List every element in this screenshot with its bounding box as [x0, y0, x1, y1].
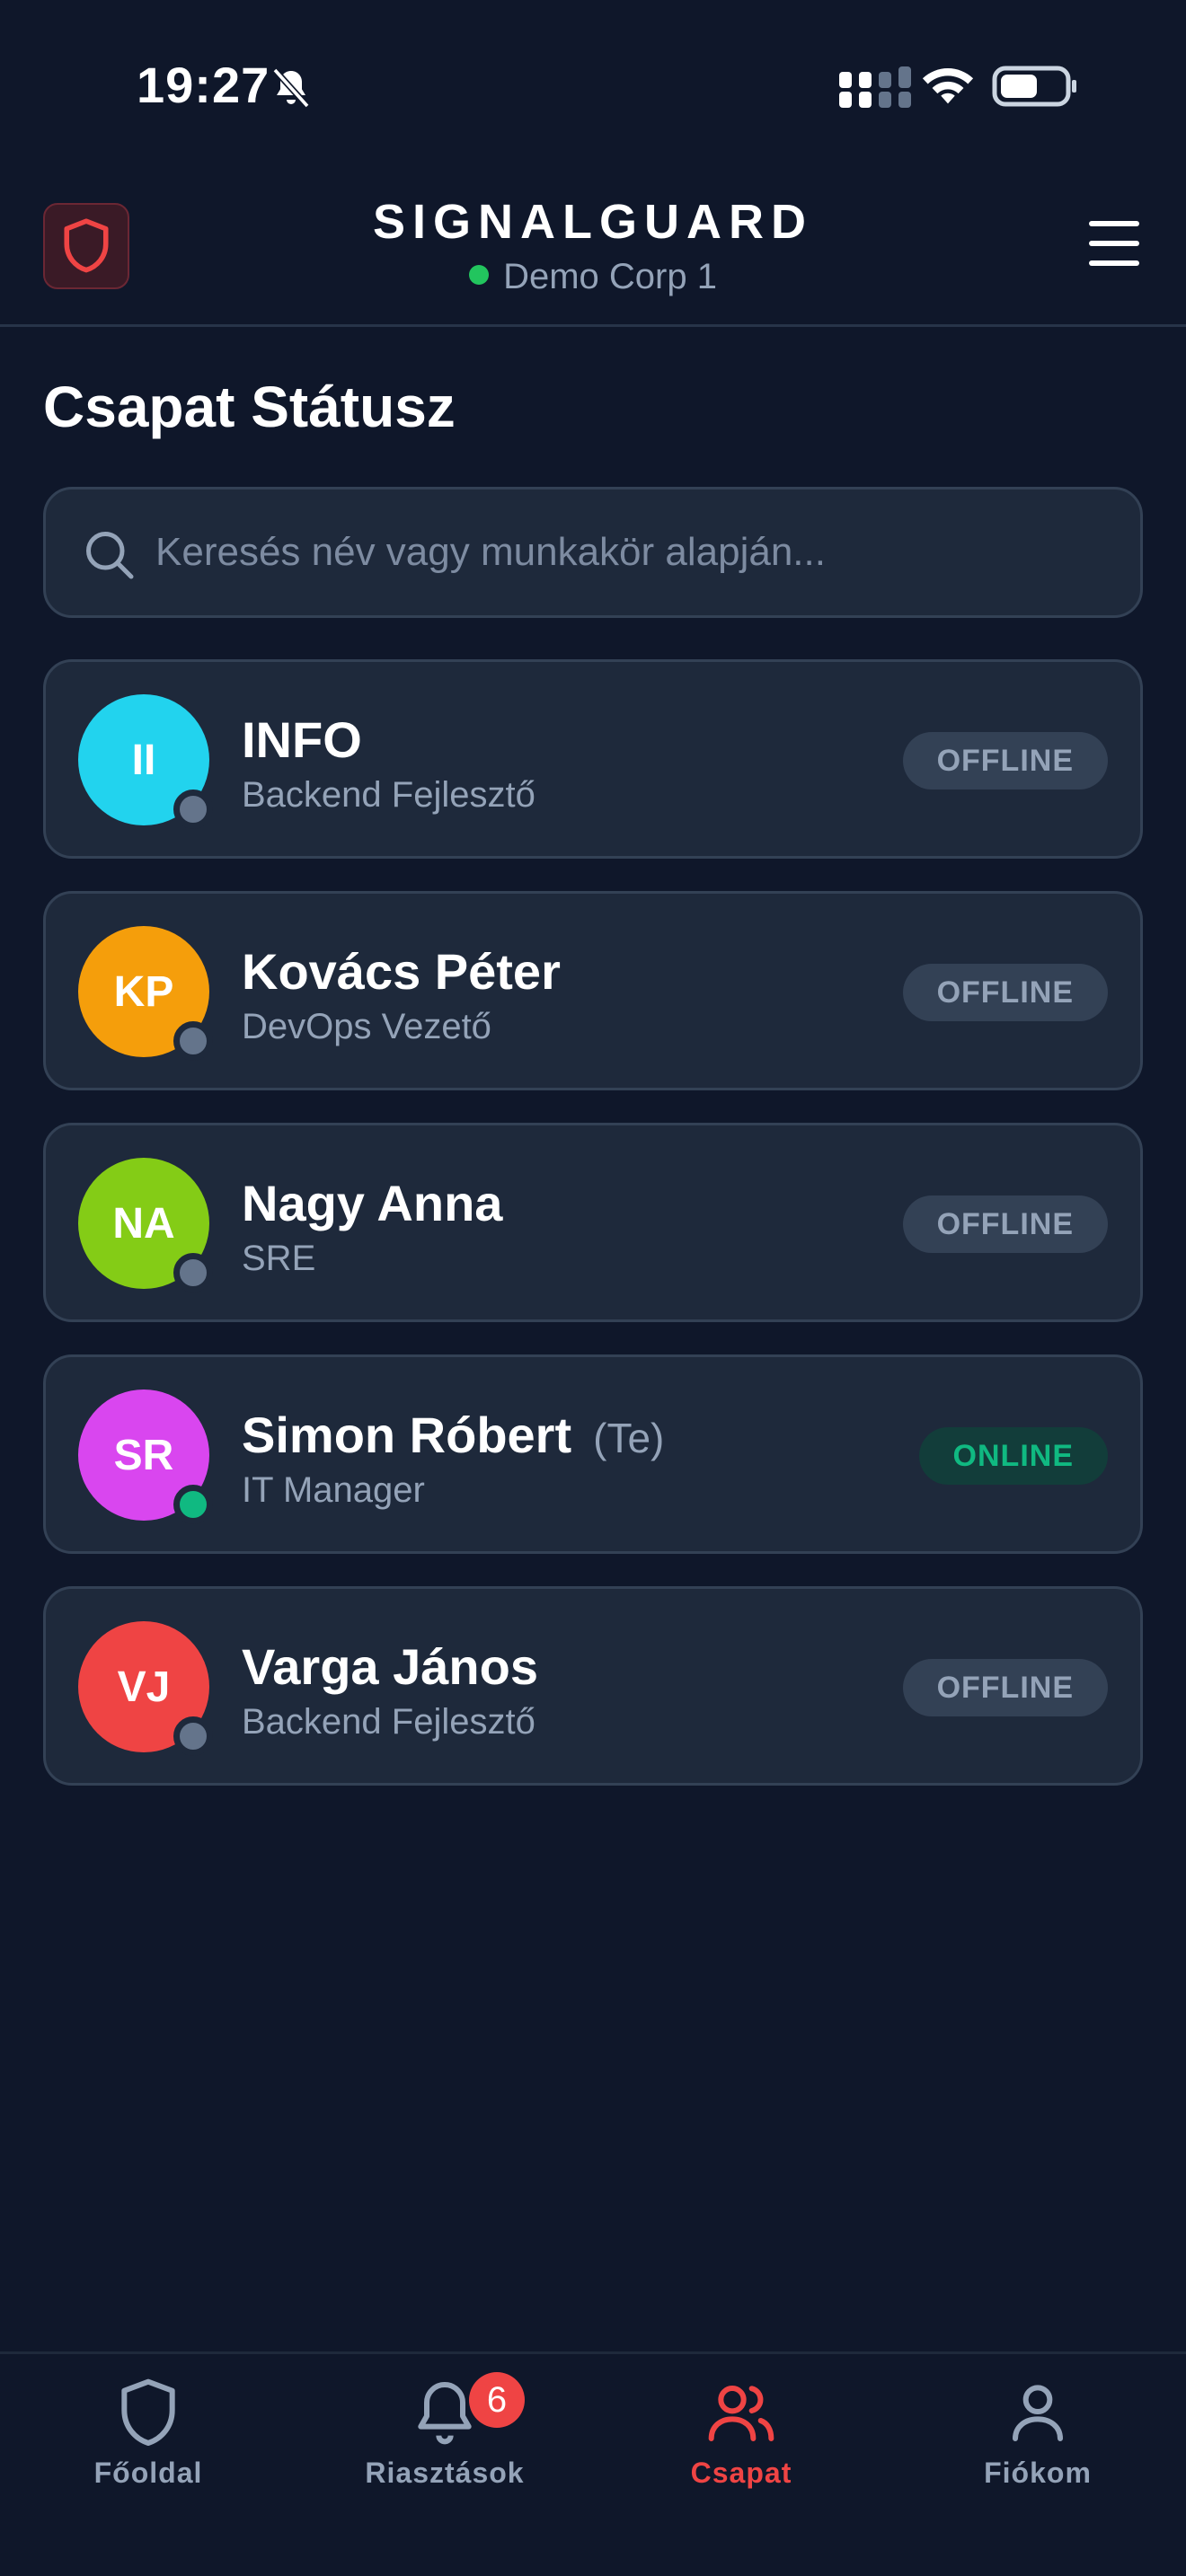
member-name-text: INFO	[242, 711, 362, 768]
member-role: DevOps Vezető	[242, 1007, 491, 1046]
member-card[interactable]: KP Kovács Péter DevOps Vezető OFFLINE	[43, 891, 1143, 1090]
hamburger-menu-icon[interactable]	[1089, 221, 1143, 271]
member-role: Backend Fejlesztő	[242, 775, 535, 815]
avatar: NA	[78, 1158, 213, 1292]
bell-icon	[418, 2382, 472, 2445]
wifi-icon	[922, 68, 974, 104]
status-badge: OFFLINE	[902, 1195, 1108, 1253]
battery-icon	[992, 66, 1076, 107]
member-card[interactable]: VJ Varga János Backend Fejlesztő OFFLINE	[43, 1586, 1143, 1786]
page-title: Csapat Státusz	[43, 375, 456, 439]
avatar: VJ	[78, 1621, 213, 1756]
app-header: SIGNALGUARD Demo Corp 1	[0, 171, 1186, 327]
tab-alerts[interactable]: 6 Riasztások	[296, 2372, 593, 2510]
member-card[interactable]: II INFO Backend Fejlesztő OFFLINE	[43, 659, 1143, 859]
member-name: Varga János	[242, 1637, 538, 1696]
status-bar: 19:27	[0, 0, 1186, 171]
avatar-initials: VJ	[117, 1663, 171, 1711]
search-input[interactable]	[155, 490, 1108, 615]
presence-dot	[173, 1253, 213, 1292]
member-role: IT Manager	[242, 1470, 425, 1510]
member-name: Simon Róbert (Te)	[242, 1406, 664, 1464]
brand-title: SIGNALGUARD	[373, 195, 813, 249]
member-role: Backend Fejlesztő	[242, 1702, 535, 1742]
member-name-text: Nagy Anna	[242, 1175, 503, 1231]
search-box[interactable]	[43, 487, 1143, 618]
user-icon	[1013, 2385, 1063, 2441]
avatar-initials: KP	[113, 967, 174, 1016]
member-name-text: Simon Róbert	[242, 1407, 572, 1463]
cellular-signal-icon	[839, 66, 911, 108]
tab-team[interactable]: Csapat	[593, 2376, 890, 2510]
member-name: INFO	[242, 710, 362, 769]
alerts-count-badge: 6	[469, 2372, 525, 2428]
presence-dot	[173, 1485, 213, 1524]
organization-status-dot	[469, 265, 490, 285]
tab-label: Riasztások	[365, 2457, 525, 2489]
member-name-text: Varga János	[242, 1638, 538, 1695]
current-user-label: (Te)	[593, 1415, 665, 1461]
member-name-text: Kovács Péter	[242, 943, 561, 1000]
tab-label: Csapat	[690, 2457, 792, 2489]
status-time: 19:27	[137, 57, 270, 113]
presence-dot	[173, 1021, 213, 1061]
shield-icon	[121, 2378, 175, 2446]
status-badge: OFFLINE	[902, 964, 1108, 1021]
search-icon	[86, 532, 134, 579]
tab-account[interactable]: Fiókom	[890, 2376, 1186, 2510]
organization-indicator[interactable]: Demo Corp 1	[0, 257, 1186, 297]
status-badge: OFFLINE	[902, 1659, 1108, 1716]
avatar-initials: II	[131, 736, 156, 784]
member-name: Nagy Anna	[242, 1174, 502, 1232]
avatar-initials: SR	[113, 1431, 174, 1479]
presence-dot	[173, 790, 213, 829]
users-icon	[708, 2385, 774, 2441]
status-badge: ONLINE	[918, 1427, 1108, 1485]
tab-label: Főoldal	[93, 2457, 203, 2489]
avatar: II	[78, 694, 213, 829]
avatar: SR	[78, 1389, 213, 1524]
organization-name: Demo Corp 1	[503, 257, 717, 296]
bell-off-icon	[272, 67, 310, 109]
presence-dot	[173, 1716, 213, 1756]
member-card[interactable]: NA Nagy Anna SRE OFFLINE	[43, 1123, 1143, 1322]
member-card[interactable]: SR Simon Róbert (Te) IT Manager ONLINE	[43, 1354, 1143, 1554]
member-role: SRE	[242, 1239, 316, 1278]
tab-home[interactable]: Főoldal	[0, 2376, 296, 2510]
tab-label: Fiókom	[984, 2457, 1092, 2489]
avatar-initials: NA	[112, 1199, 175, 1248]
bottom-tab-bar: Főoldal 6 Riasztások Csapat Fiókom	[0, 2351, 1186, 2576]
screen: 19:27 SIGNALGUARD Demo Corp 1 Csapat Stá…	[0, 0, 1186, 2576]
avatar: KP	[78, 926, 213, 1061]
status-badge: OFFLINE	[902, 732, 1108, 790]
member-name: Kovács Péter	[242, 942, 561, 1001]
